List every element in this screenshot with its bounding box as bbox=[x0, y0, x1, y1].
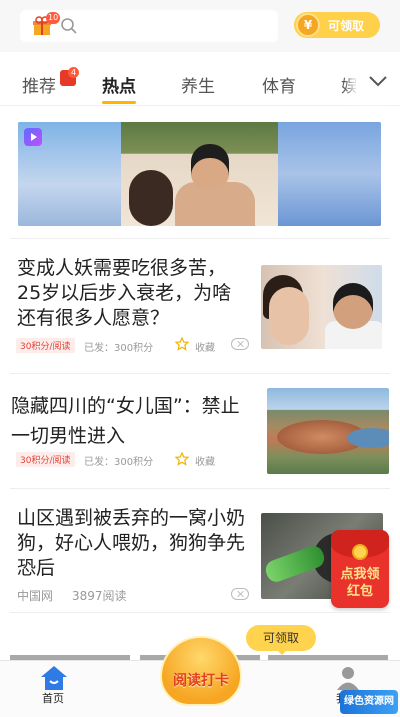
article-title[interactable]: 山区遇到被丢弃的一窝小奶狗，好心人喂奶，狗狗争先恐后 bbox=[17, 506, 247, 581]
divider bbox=[10, 488, 390, 489]
tab-hot[interactable]: 热点 bbox=[102, 72, 136, 97]
claim-bubble[interactable]: 可领取 bbox=[246, 625, 316, 655]
dismiss-icon[interactable] bbox=[231, 588, 249, 600]
divider bbox=[10, 238, 390, 239]
site-watermark: 绿色资源网 bbox=[340, 690, 398, 714]
search-box[interactable]: 10 bbox=[20, 10, 278, 42]
chevron-down-icon bbox=[369, 76, 387, 87]
coin-icon: ¥ bbox=[296, 13, 320, 37]
search-icon[interactable] bbox=[60, 17, 78, 35]
published-info: 已发：300积分 bbox=[84, 457, 154, 468]
divider bbox=[10, 612, 390, 613]
divider bbox=[10, 373, 390, 374]
published-info: 已发：300积分 bbox=[84, 343, 154, 354]
tab-sports[interactable]: 体育 bbox=[262, 72, 296, 97]
category-tabs: 推荐 4 热点 养生 体育 娱 bbox=[0, 58, 400, 106]
star-icon[interactable] bbox=[175, 337, 189, 351]
red-envelope-button[interactable]: 点我领红包 bbox=[331, 530, 389, 608]
favorite-label[interactable]: 收藏 bbox=[195, 339, 215, 354]
dismiss-icon[interactable] bbox=[231, 338, 249, 350]
claim-coins-button[interactable]: ¥ 可领取 bbox=[294, 12, 380, 38]
banner-image bbox=[121, 122, 278, 226]
home-icon[interactable] bbox=[40, 665, 68, 691]
top-bar: 10 ¥ 可领取 bbox=[0, 0, 400, 52]
points-tag: 30积分/阅读 bbox=[16, 452, 75, 467]
profile-icon[interactable] bbox=[336, 665, 360, 691]
points-tag: 30积分/阅读 bbox=[16, 338, 75, 353]
article-title[interactable]: 变成人妖需要吃很多苦，25岁以后步入衰老，为啥还有很多人愿意？ bbox=[17, 256, 247, 331]
red-envelope-icon bbox=[352, 544, 368, 560]
checkin-label: 阅读打卡 bbox=[173, 673, 229, 689]
star-icon[interactable] bbox=[175, 452, 189, 466]
article-thumbnail[interactable] bbox=[267, 388, 389, 474]
article-thumbnail[interactable] bbox=[261, 265, 382, 349]
recommend-badge-count: 4 bbox=[68, 67, 80, 78]
reading-checkin-button[interactable]: 阅读打卡 bbox=[160, 636, 242, 706]
active-tab-indicator bbox=[102, 101, 136, 104]
red-envelope-label: 点我领红包 bbox=[340, 567, 380, 599]
nav-home-label[interactable]: 首页 bbox=[42, 690, 64, 706]
read-count: 3897阅读 bbox=[72, 589, 127, 603]
video-play-icon bbox=[24, 128, 42, 146]
video-banner[interactable] bbox=[18, 122, 381, 226]
article-title[interactable]: 隐藏四川的“女儿国”：禁止一切男性进入 bbox=[11, 391, 251, 451]
article-source: 中国网 bbox=[17, 589, 54, 603]
claim-coins-label: 可领取 bbox=[328, 19, 365, 33]
tab-health[interactable]: 养生 bbox=[181, 72, 215, 97]
tab-recommend[interactable]: 推荐 bbox=[22, 72, 56, 97]
favorite-label[interactable]: 收藏 bbox=[195, 453, 215, 468]
gift-badge: 10 bbox=[46, 12, 61, 24]
tabs-more-button[interactable] bbox=[356, 58, 400, 104]
banner-blur-right bbox=[278, 122, 381, 226]
